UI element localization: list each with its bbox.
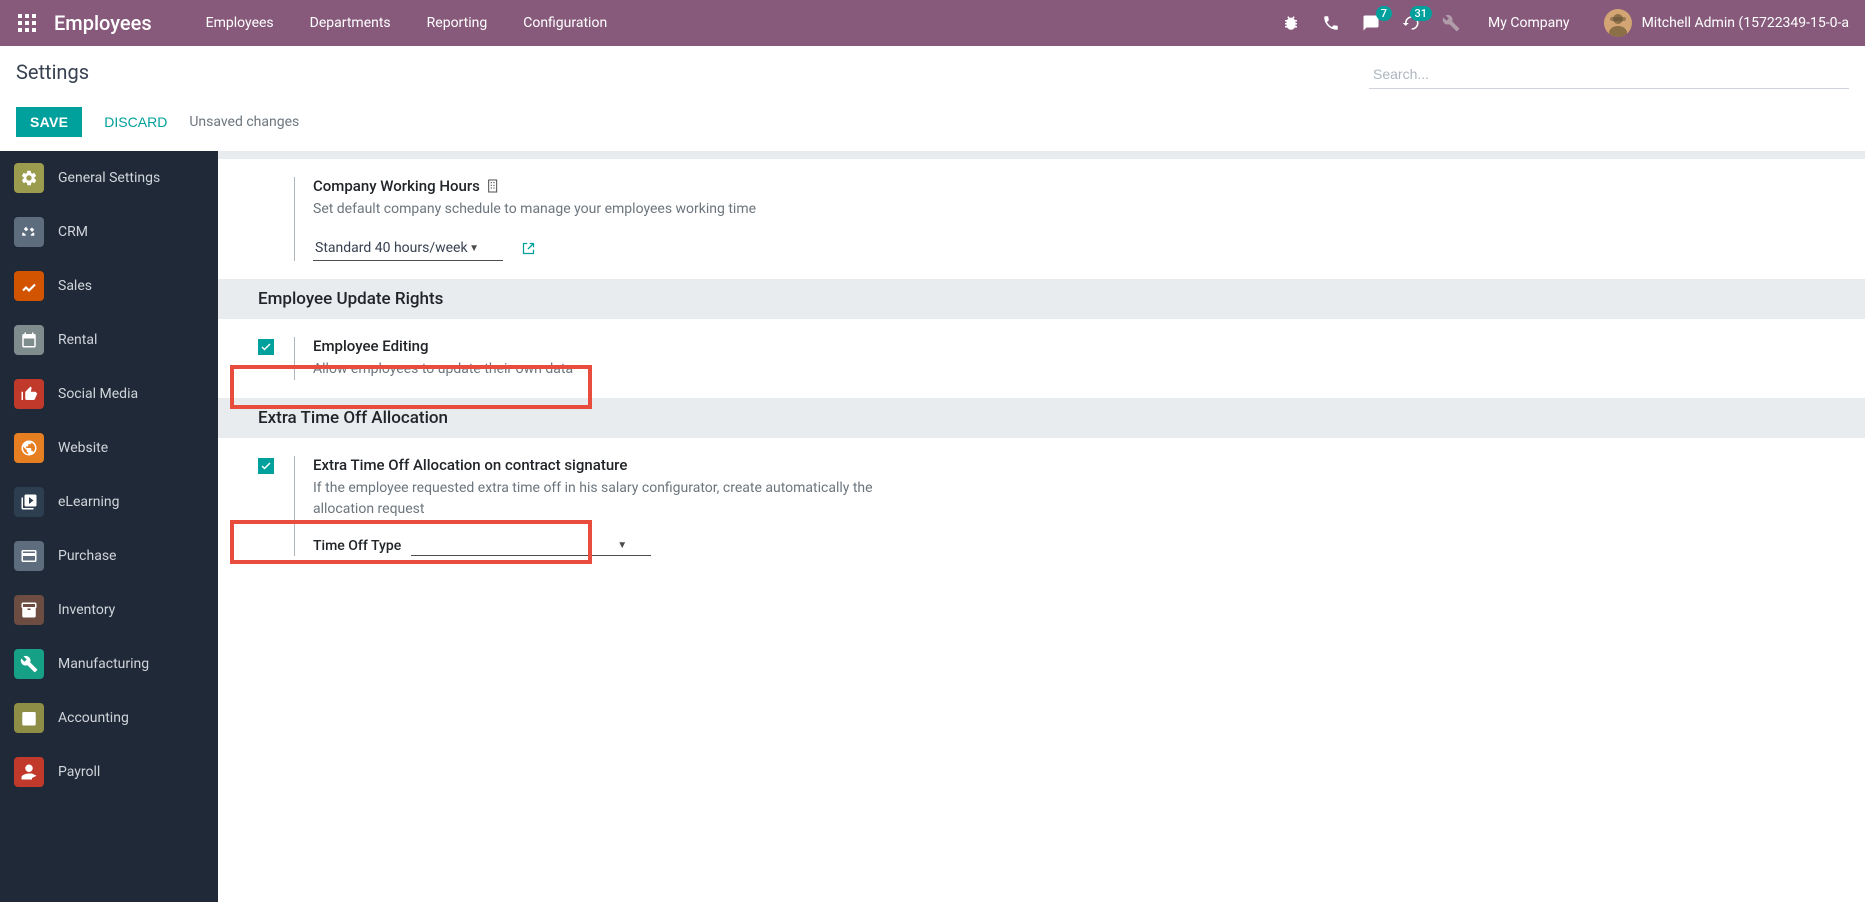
working-hours-select[interactable]: Standard 40 hours/week ▼ (313, 236, 503, 261)
setting-extra-timeoff-desc: If the employee requested extra time off… (313, 478, 878, 520)
sidebar-item-social[interactable]: Social Media (0, 367, 218, 421)
nav-menu: Employees Departments Reporting Configur… (188, 0, 626, 46)
sidebar-label: Social Media (58, 386, 138, 402)
nav-departments[interactable]: Departments (292, 0, 409, 46)
sidebar-label: Accounting (58, 710, 129, 726)
sidebar-item-payroll[interactable]: Payroll (0, 745, 218, 799)
activities-badge: 31 (1410, 6, 1433, 21)
setting-working-hours-desc: Set default company schedule to manage y… (313, 199, 878, 220)
book-icon (14, 487, 44, 517)
section-work-organization-header: Work Organization (218, 151, 1865, 159)
user-menu[interactable]: Mitchell Admin (15722349-15-0-a (1596, 9, 1849, 37)
activities-icon[interactable]: 31 (1400, 12, 1422, 34)
chevron-down-icon: ▼ (469, 243, 479, 254)
main-scroller[interactable]: Work Organization Company Working Hours … (218, 151, 1865, 902)
chart-icon (14, 271, 44, 301)
settings-sidebar: General Settings CRM Sales Rental Social… (0, 151, 218, 902)
extra-timeoff-checkbox[interactable] (258, 458, 274, 474)
company-selector[interactable]: My Company (1480, 15, 1578, 31)
sidebar-item-purchase[interactable]: Purchase (0, 529, 218, 583)
nav-employees[interactable]: Employees (188, 0, 292, 46)
sidebar-item-crm[interactable]: CRM (0, 205, 218, 259)
sidebar-label: Website (58, 440, 108, 456)
sidebar-item-manufacturing[interactable]: Manufacturing (0, 637, 218, 691)
sidebar-label: Rental (58, 332, 97, 348)
sidebar-item-website[interactable]: Website (0, 421, 218, 475)
apps-icon[interactable] (16, 12, 38, 34)
save-button[interactable]: SAVE (16, 107, 82, 137)
setting-employee-editing-title: Employee Editing (313, 337, 429, 355)
phone-icon[interactable] (1320, 12, 1342, 34)
unsaved-status: Unsaved changes (189, 114, 299, 130)
globe-icon (14, 433, 44, 463)
handshake-icon (14, 217, 44, 247)
sidebar-label: Purchase (58, 548, 116, 564)
app-name[interactable]: Employees (54, 11, 152, 35)
nav-configuration[interactable]: Configuration (505, 0, 625, 46)
calendar-icon (14, 325, 44, 355)
action-bar: SAVE DISCARD Unsaved changes (0, 89, 1865, 151)
sidebar-item-elearning[interactable]: eLearning (0, 475, 218, 529)
nav-reporting[interactable]: Reporting (409, 0, 506, 46)
sidebar-label: Sales (58, 278, 92, 294)
sidebar-label: Manufacturing (58, 656, 149, 672)
sidebar-label: Inventory (58, 602, 115, 618)
sidebar-label: General Settings (58, 170, 160, 186)
sidebar-item-inventory[interactable]: Inventory (0, 583, 218, 637)
chevron-down-icon: ▼ (617, 540, 627, 551)
sidebar-label: CRM (58, 224, 88, 240)
box-icon (14, 595, 44, 625)
card-icon (14, 541, 44, 571)
setting-working-hours-title: Company Working Hours (313, 177, 480, 195)
avatar (1604, 9, 1632, 37)
tools-icon[interactable] (1440, 12, 1462, 34)
employee-editing-checkbox[interactable] (258, 339, 274, 355)
section-extra-timeoff-header: Extra Time Off Allocation (218, 398, 1865, 438)
building-icon (486, 178, 502, 194)
search-input[interactable] (1369, 60, 1849, 89)
sidebar-item-rental[interactable]: Rental (0, 313, 218, 367)
bug-icon[interactable] (1280, 12, 1302, 34)
sidebar-label: Payroll (58, 764, 100, 780)
user-icon (14, 757, 44, 787)
user-name: Mitchell Admin (15722349-15-0-a (1642, 15, 1849, 31)
gear-icon (14, 163, 44, 193)
money-icon (14, 703, 44, 733)
top-nav: Employees Employees Departments Reportin… (0, 0, 1865, 46)
setting-extra-timeoff-title: Extra Time Off Allocation on contract si… (313, 456, 627, 474)
discard-button[interactable]: DISCARD (100, 107, 171, 137)
page-title: Settings (16, 60, 89, 84)
page-header: Settings (0, 46, 1865, 89)
thumbs-up-icon (14, 379, 44, 409)
timeoff-type-label: Time Off Type (313, 538, 401, 554)
messages-badge: 7 (1376, 6, 1392, 21)
messages-icon[interactable]: 7 (1360, 12, 1382, 34)
sidebar-item-accounting[interactable]: Accounting (0, 691, 218, 745)
sidebar-label: eLearning (58, 494, 119, 510)
sidebar-item-general[interactable]: General Settings (0, 151, 218, 205)
timeoff-type-select[interactable]: ▼ (411, 536, 651, 556)
external-link-icon[interactable] (521, 241, 536, 256)
settings-main: Work Organization Company Working Hours … (218, 151, 1865, 614)
section-update-rights-header: Employee Update Rights (218, 279, 1865, 319)
sidebar-item-sales[interactable]: Sales (0, 259, 218, 313)
setting-employee-editing-desc: Allow employees to update their own data (313, 359, 878, 380)
wrench-icon (14, 649, 44, 679)
